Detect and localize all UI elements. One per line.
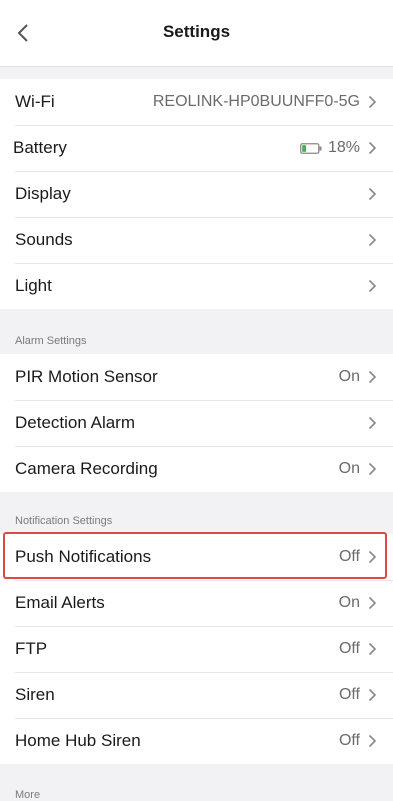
row-wifi[interactable]: Wi-Fi REOLINK-HP0BUUNFF0-5G bbox=[0, 79, 393, 125]
chevron-right-icon bbox=[368, 187, 377, 201]
chevron-right-icon bbox=[368, 462, 377, 476]
row-label: Wi-Fi bbox=[15, 92, 55, 111]
row-siren[interactable]: Siren Off bbox=[0, 672, 393, 718]
chevron-right-icon bbox=[368, 370, 377, 384]
chevron-right-icon bbox=[368, 734, 377, 748]
row-label: Display bbox=[15, 184, 71, 203]
alarm-settings-section: PIR Motion Sensor On Detection Alarm Cam… bbox=[0, 354, 393, 492]
row-detection-alarm[interactable]: Detection Alarm bbox=[0, 400, 393, 446]
notification-settings-section: Push Notifications Off Email Alerts On F… bbox=[0, 534, 393, 764]
chevron-right-icon bbox=[368, 550, 377, 564]
more-heading: More bbox=[15, 789, 41, 801]
row-sounds[interactable]: Sounds bbox=[0, 217, 393, 263]
row-label: Email Alerts bbox=[15, 593, 105, 612]
device-settings-section: Wi-Fi REOLINK-HP0BUUNFF0-5G Battery 18% … bbox=[0, 79, 393, 309]
row-value: On bbox=[338, 368, 360, 385]
row-ftp[interactable]: FTP Off bbox=[0, 626, 393, 672]
row-label: Sounds bbox=[15, 230, 73, 249]
header-bar: Settings bbox=[0, 0, 393, 66]
row-label: Home Hub Siren bbox=[15, 731, 141, 750]
header-divider bbox=[0, 66, 393, 67]
chevron-right-icon bbox=[368, 233, 377, 247]
row-value: Off bbox=[338, 732, 360, 749]
row-light[interactable]: Light bbox=[0, 263, 393, 309]
row-pir-motion-sensor[interactable]: PIR Motion Sensor On bbox=[0, 354, 393, 400]
battery-icon bbox=[300, 142, 322, 154]
row-email-alerts[interactable]: Email Alerts On bbox=[0, 580, 393, 626]
chevron-right-icon bbox=[368, 416, 377, 430]
row-label: PIR Motion Sensor bbox=[15, 367, 158, 386]
row-label: Detection Alarm bbox=[15, 413, 135, 432]
chevron-right-icon bbox=[368, 279, 377, 293]
row-label: Battery bbox=[13, 138, 67, 157]
row-value: Off bbox=[338, 640, 360, 657]
chevron-right-icon bbox=[368, 688, 377, 702]
row-label: Push Notifications bbox=[15, 547, 152, 566]
row-value: On bbox=[338, 460, 360, 477]
row-value: Off bbox=[338, 686, 360, 703]
row-label: Siren bbox=[15, 685, 55, 704]
row-label: Camera Recording bbox=[15, 459, 158, 478]
row-home-hub-siren[interactable]: Home Hub Siren Off bbox=[0, 718, 393, 764]
row-value: On bbox=[338, 594, 360, 611]
row-camera-recording[interactable]: Camera Recording On bbox=[0, 446, 393, 492]
chevron-right-icon bbox=[368, 642, 377, 656]
row-push-notifications[interactable]: Push Notifications Off bbox=[0, 534, 393, 580]
chevron-right-icon bbox=[368, 95, 377, 109]
alarm-settings-heading: Alarm Settings bbox=[15, 335, 87, 347]
page-title: Settings bbox=[162, 22, 231, 41]
notification-settings-heading: Notification Settings bbox=[15, 515, 113, 527]
row-label: Light bbox=[15, 276, 52, 295]
row-battery[interactable]: Battery 18% bbox=[0, 125, 393, 171]
row-display[interactable]: Display bbox=[0, 171, 393, 217]
chevron-right-icon bbox=[368, 141, 377, 155]
chevron-right-icon bbox=[368, 596, 377, 610]
row-label: FTP bbox=[15, 639, 48, 658]
wifi-network-value: REOLINK-HP0BUUNFF0-5G bbox=[152, 93, 360, 110]
row-value: Off bbox=[338, 548, 360, 565]
battery-percent-value: 18% bbox=[327, 139, 360, 156]
